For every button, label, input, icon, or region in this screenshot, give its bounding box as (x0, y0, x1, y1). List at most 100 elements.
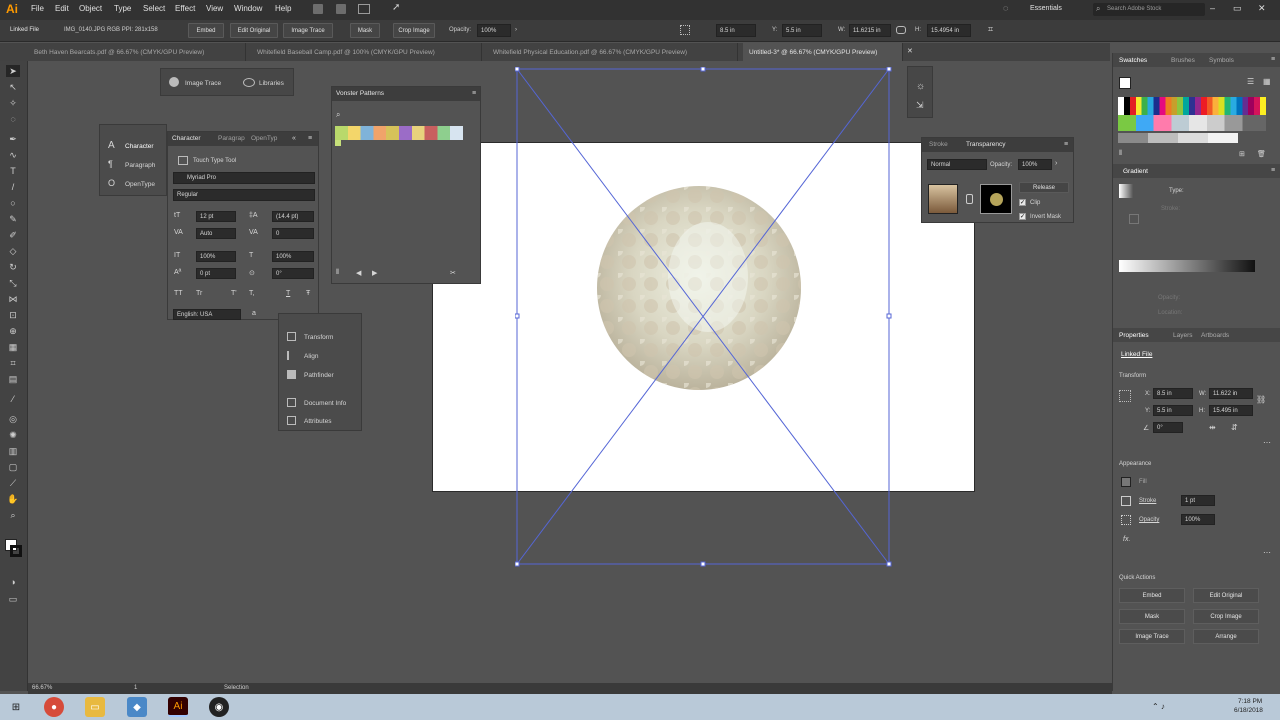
prop-h-field[interactable]: 15.495 in (1209, 405, 1253, 416)
tab-untitled-3[interactable]: Untitled-3* @ 66.67% (CMYK/GPU Preview) (743, 43, 903, 61)
invert-mask-checkbox[interactable]: ✓ (1019, 213, 1026, 220)
prev-icon[interactable]: ◀ (356, 269, 361, 277)
tab-artboards[interactable]: Artboards (1201, 332, 1229, 339)
menu-object[interactable]: Object (79, 4, 102, 13)
tab-beth-haven[interactable]: Beth Haven Bearcats.pdf @ 66.67% (CMYK/G… (28, 43, 246, 61)
opacity-mask-thumbnail[interactable] (980, 184, 1012, 214)
arrange-docs-icon[interactable] (358, 4, 370, 14)
close-tab-icon[interactable]: ✕ (907, 47, 913, 55)
more-options-icon[interactable]: ⋯ (1263, 438, 1271, 447)
swatch-grid-row3[interactable] (1118, 133, 1238, 143)
language-field[interactable]: English: USA (173, 309, 241, 320)
edit-original-button[interactable]: Edit Original (230, 23, 278, 38)
fx-button[interactable]: fx. (1123, 536, 1130, 543)
shape-builder-icon[interactable]: ⊕ (6, 325, 20, 337)
menu-view[interactable]: View (206, 4, 223, 13)
mesh-tool-icon[interactable]: ⌗ (6, 357, 20, 369)
minimize-icon[interactable]: – (1210, 3, 1215, 13)
dock-item-character[interactable]: Character (125, 143, 154, 150)
qa-image-trace-button[interactable]: Image Trace (1119, 629, 1185, 644)
dock-item-transform[interactable]: Transform (304, 334, 333, 341)
clip-checkbox[interactable]: ✓ (1019, 199, 1026, 206)
menu-file[interactable]: File (31, 4, 44, 13)
tracking-field[interactable]: 0 (272, 228, 314, 239)
paintbrush-icon[interactable]: ✎ (6, 213, 20, 225)
sun-icon[interactable]: ☼ (916, 81, 925, 92)
rotate-tool-icon[interactable]: ↻ (6, 261, 20, 273)
workspace-switcher[interactable]: Essentials (1030, 5, 1062, 12)
scale-tool-icon[interactable]: ⤡ (6, 277, 20, 289)
free-transform-icon[interactable]: ⊡ (6, 309, 20, 321)
reference-point-icon[interactable] (680, 25, 690, 35)
touch-type-button[interactable]: Touch Type Tool (193, 158, 236, 164)
drawing-mode-icon[interactable]: ◑ (6, 576, 20, 588)
qa-mask-button[interactable]: Mask (1119, 609, 1185, 624)
slice-tool-icon[interactable]: ⟋ (6, 477, 20, 489)
tab-symbols[interactable]: Symbols (1209, 57, 1234, 64)
blend-mode-field[interactable]: Normal (927, 159, 987, 170)
fill-swatch-icon[interactable] (1121, 477, 1131, 487)
object-type-label[interactable]: Linked File (10, 27, 39, 33)
panel-menu-icon[interactable]: ≡ (1271, 56, 1275, 63)
prop-w-field[interactable]: 11.622 in (1209, 388, 1253, 399)
ellipse-tool-icon[interactable]: ○ (6, 197, 20, 209)
dock-item-pathfinder[interactable]: Pathfinder (304, 372, 334, 379)
windows-start-icon[interactable]: ⊞ (6, 697, 26, 717)
obs-icon[interactable]: ◉ (209, 697, 229, 717)
delete-icon[interactable]: ✂ (450, 269, 456, 277)
tab-opentype[interactable]: OpenTyp (251, 135, 277, 142)
vertical-scale-field[interactable]: 100% (196, 251, 236, 262)
font-style-field[interactable]: Regular (173, 189, 315, 201)
system-tray-icons[interactable]: ⌃ ♪ (1152, 702, 1165, 711)
zoom-tool-icon[interactable]: ⌕ (6, 509, 20, 521)
file-explorer-icon[interactable]: ▭ (85, 697, 105, 717)
reference-point-icon[interactable] (1119, 390, 1131, 402)
tab-swatches[interactable]: Swatches (1119, 57, 1147, 64)
x-field[interactable]: 8.5 in (716, 24, 756, 37)
delete-swatch-icon[interactable]: 🗑 (1257, 150, 1266, 158)
appearance-opacity-label[interactable]: Opacity (1139, 517, 1159, 523)
qa-crop-image-button[interactable]: Crop Image (1193, 609, 1259, 624)
release-button[interactable]: Release (1019, 182, 1069, 193)
transparency-opacity-field[interactable]: 100% (1018, 159, 1052, 170)
dock-item-document-info[interactable]: Document Info (304, 400, 346, 407)
font-size-field[interactable]: 12 pt (196, 211, 236, 222)
lasso-icon[interactable]: ◌ (6, 113, 20, 125)
next-icon[interactable]: ▶ (372, 269, 377, 277)
h-field[interactable]: 15.4954 in (927, 24, 971, 37)
small-caps-button[interactable]: Tr (196, 290, 202, 297)
dock-item-attributes[interactable]: Attributes (304, 418, 331, 425)
font-family-field[interactable]: Myriad Pro (173, 172, 315, 184)
stroke-swatch[interactable] (10, 545, 22, 557)
curvature-tool-icon[interactable]: ∿ (6, 149, 20, 161)
zoom-level[interactable]: 66.67% (32, 685, 52, 691)
mask-button[interactable]: Mask (350, 23, 380, 38)
tab-stroke[interactable]: Stroke (929, 141, 948, 148)
stock-search-input[interactable]: ⌕ Search Adobe Stock (1093, 3, 1205, 16)
menu-select[interactable]: Select (143, 4, 165, 13)
tab-layers[interactable]: Layers (1173, 332, 1193, 339)
tab-transparency[interactable]: Transparency (966, 141, 1006, 148)
line-tool-icon[interactable]: / (6, 181, 20, 193)
panel-menu-icon[interactable]: ≡ (1271, 167, 1275, 174)
pattern-swatch-single[interactable] (335, 140, 341, 146)
menu-type[interactable]: Type (114, 4, 131, 13)
tab-paragraph[interactable]: Paragrap (218, 135, 245, 142)
character-rotation-field[interactable]: 0° (272, 268, 314, 279)
strikethrough-button[interactable]: Ŧ (306, 290, 310, 297)
tab-brushes[interactable]: Brushes (1171, 57, 1195, 64)
object-thumbnail[interactable] (928, 184, 958, 214)
qa-embed-button[interactable]: Embed (1119, 588, 1185, 603)
gradient-thumbnail[interactable] (1119, 184, 1133, 198)
prop-y-field[interactable]: 5.5 in (1153, 405, 1193, 416)
collapse-icon[interactable]: « (292, 135, 296, 142)
hand-tool-icon[interactable]: ✋ (6, 493, 20, 505)
chrome-icon[interactable]: ● (44, 697, 64, 717)
artboard-tool-icon[interactable]: ▢ (6, 461, 20, 473)
stroke-swatch-icon[interactable] (1121, 496, 1131, 506)
horizontal-scale-field[interactable]: 100% (272, 251, 314, 262)
grid-view-icon[interactable]: ▦ (1263, 77, 1271, 86)
clock-time[interactable]: 7:18 PM (1238, 698, 1262, 705)
libraries-panel-label[interactable]: Libraries (259, 80, 284, 87)
illustrator-taskbar-icon[interactable]: Ai (168, 697, 188, 717)
